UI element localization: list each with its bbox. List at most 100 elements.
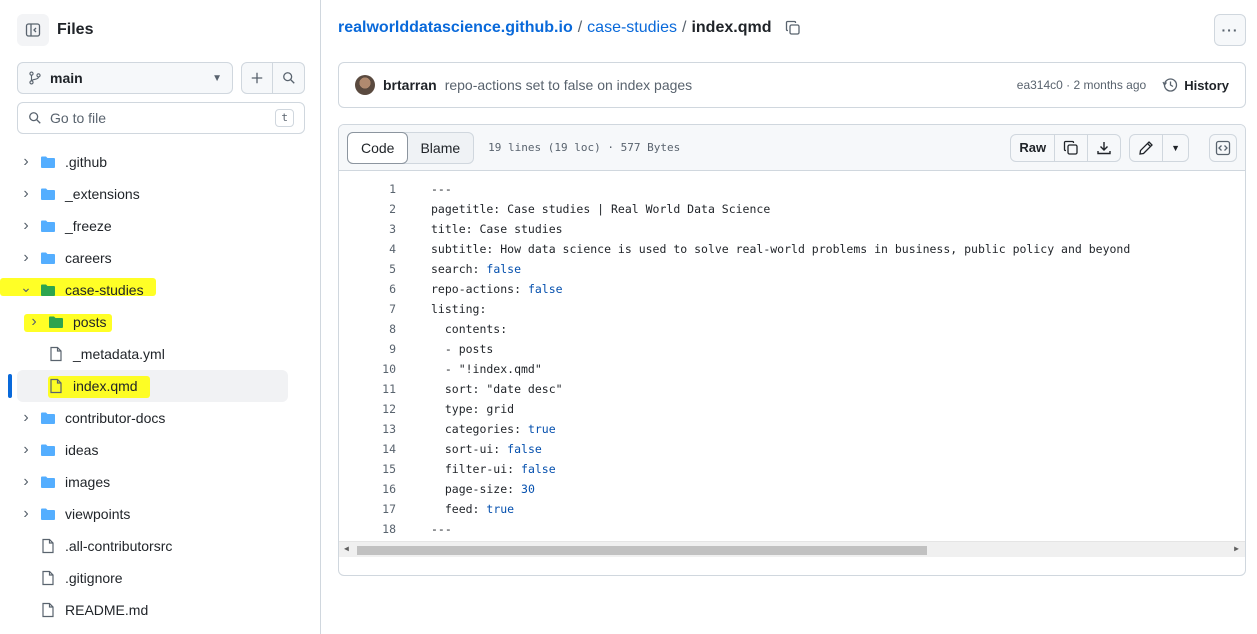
yaml-key: repo-actions:	[431, 282, 528, 296]
chevron-right-icon[interactable]: ›	[20, 185, 32, 203]
chevron-down-icon[interactable]: ⌄	[20, 279, 32, 296]
yaml-key: categories:	[431, 422, 528, 436]
tree-item-label: viewpoints	[65, 506, 131, 522]
line-number[interactable]: 4	[339, 242, 396, 256]
tree-file-item[interactable]: .all-contributorsrc	[0, 530, 320, 562]
tree-item-label: careers	[65, 250, 112, 266]
tree-file-item[interactable]: .gitignore	[0, 562, 320, 594]
search-code-button[interactable]	[273, 62, 305, 94]
tab-blame[interactable]: Blame	[407, 133, 473, 163]
line-number[interactable]: 8	[339, 322, 396, 336]
symbols-panel-button[interactable]	[1209, 133, 1237, 162]
line-number[interactable]: 6	[339, 282, 396, 296]
edit-file-button[interactable]	[1130, 134, 1164, 161]
code-text: - posts	[431, 342, 494, 356]
scroll-right-icon[interactable]: ▶	[1234, 544, 1239, 553]
tree-file-item[interactable]: index.qmd	[8, 370, 288, 402]
yaml-value: false	[507, 442, 542, 456]
file-meta: 19 lines (19 loc) · 577 Bytes	[488, 141, 681, 154]
scrollbar-thumb[interactable]	[357, 546, 927, 555]
tree-file-item[interactable]: _metadata.yml	[0, 338, 320, 370]
line-number[interactable]: 18	[339, 522, 396, 536]
raw-button[interactable]: Raw	[1011, 134, 1056, 161]
more-options-button[interactable]: ···	[1214, 14, 1246, 46]
folder-icon	[40, 474, 56, 493]
line-number[interactable]: 1	[339, 182, 396, 196]
view-toggle: Code Blame	[347, 131, 475, 164]
chevron-right-icon[interactable]: ›	[20, 505, 32, 523]
chevron-right-icon[interactable]: ›	[20, 249, 32, 267]
chevron-right-icon[interactable]: ›	[20, 473, 32, 491]
line-number[interactable]: 3	[339, 222, 396, 236]
copy-icon	[1063, 140, 1078, 155]
chevron-right-icon[interactable]: ›	[20, 441, 32, 459]
line-number[interactable]: 13	[339, 422, 396, 436]
tree-folder-item[interactable]: › _freeze	[0, 210, 320, 242]
commit-hash-time[interactable]: ea314c0 · 2 months ago	[1017, 78, 1146, 92]
code-text: sort-ui: false	[431, 442, 542, 456]
line-number[interactable]: 15	[339, 462, 396, 476]
tab-code[interactable]: Code	[347, 131, 409, 164]
scroll-left-icon[interactable]: ◀	[344, 544, 349, 553]
edit-options-dropdown[interactable]: ▼	[1163, 135, 1188, 161]
tree-item-label: _extensions	[65, 186, 140, 202]
yaml-value: false	[527, 282, 563, 296]
tree-folder-item[interactable]: › images	[0, 466, 320, 498]
copy-raw-button[interactable]	[1055, 134, 1089, 161]
code-text: repo-actions: false	[431, 282, 563, 296]
folder-icon	[40, 282, 56, 301]
tree-item-label: images	[65, 474, 111, 490]
commit-author[interactable]: brtarran	[383, 77, 437, 93]
breadcrumb-folder-link[interactable]: case-studies	[587, 19, 677, 37]
history-button[interactable]: History	[1162, 77, 1229, 93]
avatar[interactable]	[355, 75, 375, 95]
add-file-button[interactable]	[241, 62, 273, 94]
code-text: sort: "date desc"	[431, 382, 563, 396]
collapse-panel-button[interactable]	[17, 14, 49, 46]
tree-item-label: .github	[65, 154, 108, 170]
chevron-right-icon[interactable]: ›	[28, 313, 40, 331]
code-text: page-size: 30	[431, 482, 535, 496]
breadcrumb-repo-link[interactable]: realworlddatascience.github.io	[338, 19, 573, 37]
tree-folder-item[interactable]: › posts	[0, 306, 320, 338]
download-button[interactable]	[1088, 135, 1120, 161]
copy-icon	[786, 20, 801, 35]
line-number[interactable]: 7	[339, 302, 396, 316]
search-icon	[29, 112, 41, 124]
line-number[interactable]: 17	[339, 502, 396, 516]
commit-message[interactable]: repo-actions set to false on index pages	[445, 77, 693, 93]
line-number[interactable]: 2	[339, 202, 396, 216]
tree-folder-item[interactable]: › _extensions	[0, 178, 320, 210]
yaml-value: true	[486, 502, 515, 516]
line-number[interactable]: 9	[339, 342, 396, 356]
search-icon	[282, 72, 295, 84]
yaml-key: sort-ui:	[431, 442, 508, 456]
tree-file-item[interactable]: README.md	[0, 594, 320, 626]
line-number[interactable]: 10	[339, 362, 396, 376]
breadcrumb-separator: /	[577, 19, 583, 36]
tree-item-label: _metadata.yml	[73, 346, 165, 362]
code-text: - "!index.qmd"	[431, 362, 542, 376]
tree-folder-item[interactable]: › ideas	[0, 434, 320, 466]
line-number[interactable]: 5	[339, 262, 396, 276]
raw-copy-download-group: Raw	[1010, 133, 1122, 162]
line-number[interactable]: 14	[339, 442, 396, 456]
chevron-right-icon[interactable]: ›	[20, 153, 32, 171]
line-number[interactable]: 11	[339, 382, 396, 396]
yaml-value: 30	[521, 482, 535, 496]
chevron-right-icon[interactable]: ›	[20, 409, 32, 427]
keyboard-shortcut: t	[275, 109, 294, 127]
branch-selector[interactable]: main ▼	[17, 62, 233, 94]
tree-folder-item[interactable]: ⌄ case-studies	[0, 274, 320, 306]
horizontal-scrollbar[interactable]: ◀ ▶	[339, 541, 1245, 557]
line-number[interactable]: 12	[339, 402, 396, 416]
tree-folder-item[interactable]: › careers	[0, 242, 320, 274]
go-to-file-input[interactable]: Go to file t	[17, 102, 305, 134]
line-number[interactable]: 16	[339, 482, 396, 496]
tree-folder-item[interactable]: › .github	[0, 146, 320, 178]
copy-path-button[interactable]	[785, 20, 801, 36]
tree-folder-item[interactable]: › contributor-docs	[0, 402, 320, 434]
chevron-right-icon[interactable]: ›	[20, 217, 32, 235]
breadcrumb: realworlddatascience.github.io / case-st…	[338, 19, 801, 37]
tree-folder-item[interactable]: › viewpoints	[0, 498, 320, 530]
